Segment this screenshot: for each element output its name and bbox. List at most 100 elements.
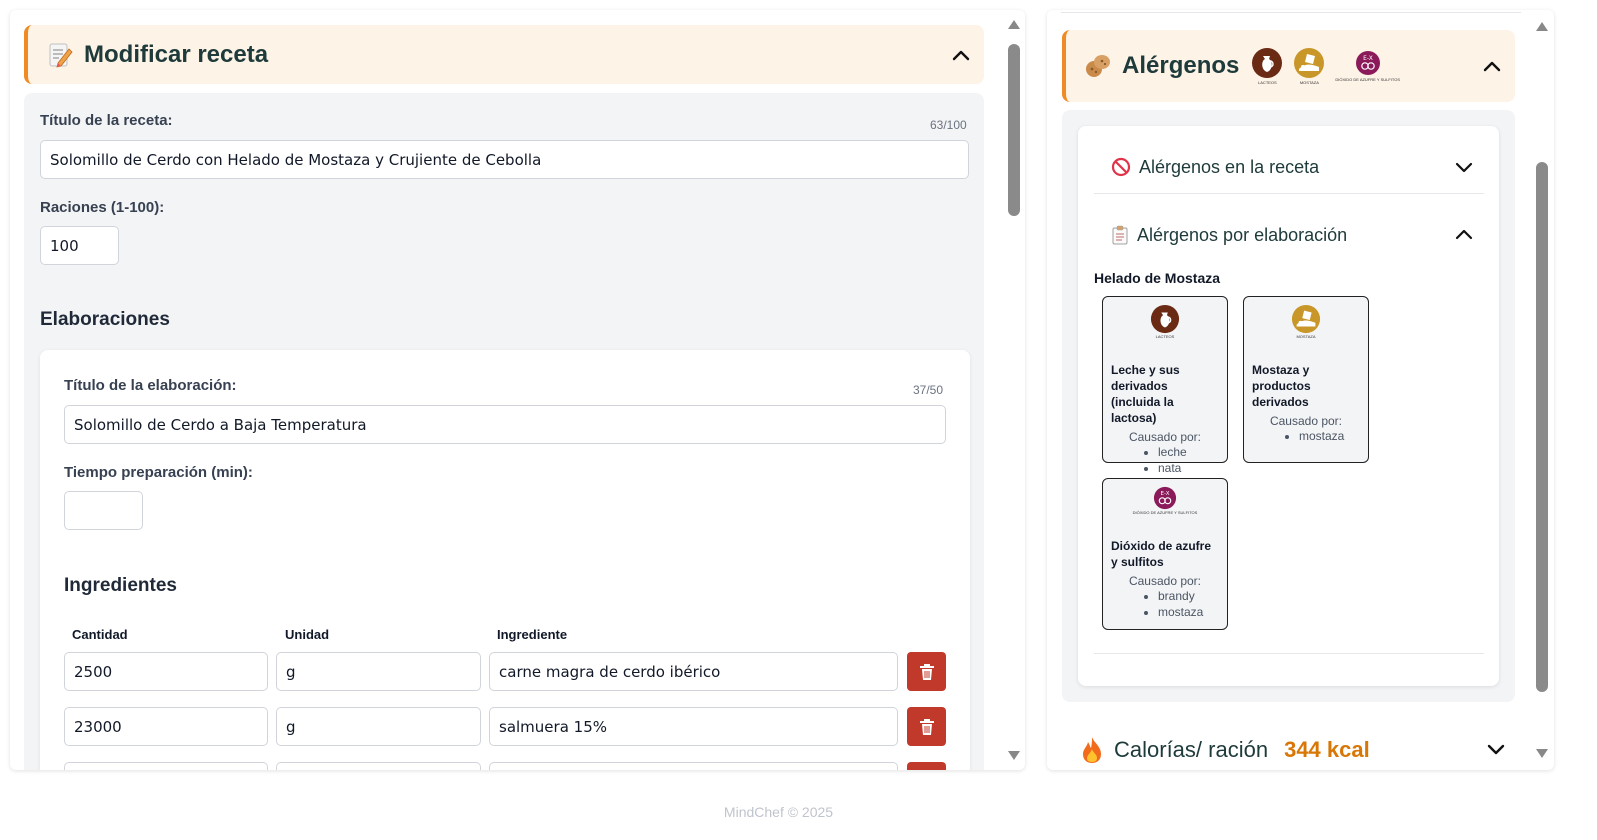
calories-value: 344 kcal (1284, 737, 1370, 762)
ingredient-name-input[interactable]: salmuera 15% (489, 707, 898, 746)
cause-item: brandy (1158, 588, 1219, 604)
calories-header[interactable]: Calorías/ ración 344 kcal (1080, 730, 1370, 770)
calories-title: Calorías/ ración (1114, 737, 1269, 762)
left-scrollbar[interactable] (1007, 20, 1021, 760)
allergen-card-caption: LACTEOS (1155, 334, 1175, 339)
allergen-badges: LACTEOS MOSTAZA E-X DIÓXIDO DE AZUFRE Y … (1251, 47, 1400, 85)
allergen-badge-caption: LACTEOS (1258, 80, 1277, 85)
elaboration-title-counter: 37/50 (913, 383, 944, 397)
recipe-edit-header[interactable]: Modificar receta (24, 25, 984, 84)
scroll-down-arrow-icon[interactable] (1008, 751, 1020, 760)
allergen-badge-caption: DIÓXIDO DE AZUFRE Y SULFITOS (1335, 77, 1401, 82)
scroll-up-arrow-icon[interactable] (1008, 20, 1020, 29)
causes-list: mostaza (1252, 428, 1360, 444)
scroll-down-arrow-icon[interactable] (1536, 749, 1548, 758)
allergens-title: Alérgenos (1122, 52, 1240, 79)
allergen-badge: MOSTAZA (1293, 47, 1325, 85)
allergen-card-caption: DIÓXIDO DE AZUFRE Y SULFITOS (1132, 510, 1198, 515)
causes-list: leche nata (1111, 444, 1219, 476)
allergen-badge: LACTEOS (1251, 47, 1283, 85)
cause-item: mostaza (1299, 428, 1360, 444)
allergens-card: Alérgenos en la receta Alérgenos por ela… (1078, 126, 1499, 686)
right-scrollbar[interactable] (1535, 22, 1549, 758)
prohibited-icon (1111, 157, 1131, 177)
scroll-up-arrow-icon[interactable] (1536, 22, 1548, 31)
servings-label: Raciones (1-100): (40, 199, 165, 216)
column-quantity: Cantidad (72, 627, 128, 642)
divider (1094, 193, 1484, 194)
recipe-title-label: Título de la receta: (40, 112, 173, 129)
ingredient-quantity-input[interactable]: 2500 (64, 652, 268, 691)
milk-jug-icon (1150, 304, 1180, 334)
caused-by-label: Causado por: (1269, 414, 1343, 428)
cause-item: mostaza (1158, 604, 1219, 620)
ingredient-name-input[interactable]: carne magra de cerdo ibérico (489, 652, 898, 691)
elaboration-card: Título de la elaboración: 37/50 Solomill… (40, 350, 970, 770)
elaboration-name: Helado de Mostaza (1094, 270, 1221, 286)
ingredient-unit-input[interactable] (276, 762, 481, 770)
milk-jug-icon (1252, 48, 1283, 78)
delete-ingredient-button[interactable] (907, 652, 946, 691)
right-scroll-thumb[interactable] (1536, 162, 1548, 692)
elaboration-title-input[interactable]: Solomillo de Cerdo a Baja Temperatura (64, 405, 946, 444)
allergens-in-recipe-label: Alérgenos en la receta (1139, 156, 1320, 177)
ingredient-unit-input[interactable]: g (276, 707, 481, 746)
mustard-icon (1294, 48, 1325, 78)
allergen-badge: E-X DIÓXIDO DE AZUFRE Y SULFITOS (1335, 50, 1400, 82)
ingredient-unit-input[interactable]: g (276, 652, 481, 691)
divider (1094, 653, 1484, 654)
cause-item: leche (1158, 444, 1219, 460)
allergens-panel: Alérgenos LACTEOS MOSTAZA E-X DIÓXIDO DE… (1047, 10, 1554, 770)
chevron-up-icon[interactable] (950, 44, 972, 66)
clipboard-icon (1112, 225, 1128, 245)
chevron-up-icon[interactable] (1481, 55, 1503, 77)
chevron-down-icon[interactable] (1485, 738, 1507, 760)
caused-by-label: Causado por: (1128, 574, 1202, 588)
fire-icon (1083, 737, 1101, 763)
svg-text:E-X: E-X (1161, 491, 1170, 497)
trash-icon (919, 663, 934, 680)
recipe-edit-panel: Modificar receta Título de la receta: 63… (10, 10, 1025, 770)
prep-time-label: Tiempo preparación (min): (64, 464, 253, 481)
delete-ingredient-button[interactable] (907, 762, 946, 770)
allergen-card: MOSTAZA Mostaza y productos derivados Ca… (1243, 296, 1369, 463)
column-unit: Unidad (285, 627, 330, 642)
allergens-in-recipe-toggle[interactable]: Alérgenos en la receta (1094, 138, 1484, 196)
recipe-form: Título de la receta: 63/100 Solomillo de… (24, 93, 984, 770)
footer: MindChef © 2025 (723, 804, 834, 820)
svg-text:E-X: E-X (1363, 55, 1373, 62)
sulphite-icon: E-X (1355, 51, 1380, 75)
peanut-icon (1084, 52, 1112, 80)
delete-ingredient-button[interactable] (907, 707, 946, 746)
ingredient-quantity-input[interactable] (64, 762, 268, 770)
chevron-down-icon[interactable] (1454, 157, 1474, 177)
allergen-card-name: Leche y sus derivados (incluida la lacto… (1111, 363, 1180, 425)
allergen-badge-caption: MOSTAZA (1299, 80, 1319, 85)
chevron-up-icon[interactable] (1454, 225, 1474, 245)
allergen-card-name: Dióxido de azufre y sulfitos (1111, 539, 1212, 569)
cause-item: nata (1158, 460, 1219, 476)
prep-time-input[interactable] (64, 491, 143, 530)
left-scroll-thumb[interactable] (1008, 44, 1020, 216)
sulphite-icon: E-X (1153, 486, 1177, 510)
allergen-card-caption: MOSTAZA (1296, 334, 1316, 339)
allergen-card-name: Mostaza y productos derivados (1252, 363, 1311, 409)
column-ingredient: Ingrediente (497, 627, 568, 642)
mustard-icon (1291, 304, 1321, 334)
elaborations-heading: Elaboraciones (40, 309, 170, 330)
servings-input[interactable]: 100 (40, 226, 119, 265)
caused-by-label: Causado por: (1128, 430, 1202, 444)
elaboration-title-label: Título de la elaboración: (64, 377, 237, 394)
recipe-edit-title: Modificar receta (84, 40, 269, 68)
trash-icon (919, 718, 934, 735)
ingredient-quantity-input[interactable]: 23000 (64, 707, 268, 746)
causes-list: brandy mostaza (1111, 588, 1219, 620)
recipe-title-input[interactable]: Solomillo de Cerdo con Helado de Mostaza… (40, 140, 969, 179)
divider (1061, 12, 1521, 13)
allergen-card: LACTEOS Leche y sus derivados (incluida … (1102, 296, 1228, 475)
allergens-by-elaboration-label: Alérgenos por elaboración (1137, 224, 1348, 245)
allergens-header[interactable]: Alérgenos LACTEOS MOSTAZA E-X DIÓXIDO DE… (1062, 30, 1515, 102)
allergens-by-elaboration-toggle[interactable]: Alérgenos por elaboración (1094, 206, 1484, 264)
ingredient-name-input[interactable] (489, 762, 898, 770)
memo-pencil-icon (46, 41, 74, 69)
